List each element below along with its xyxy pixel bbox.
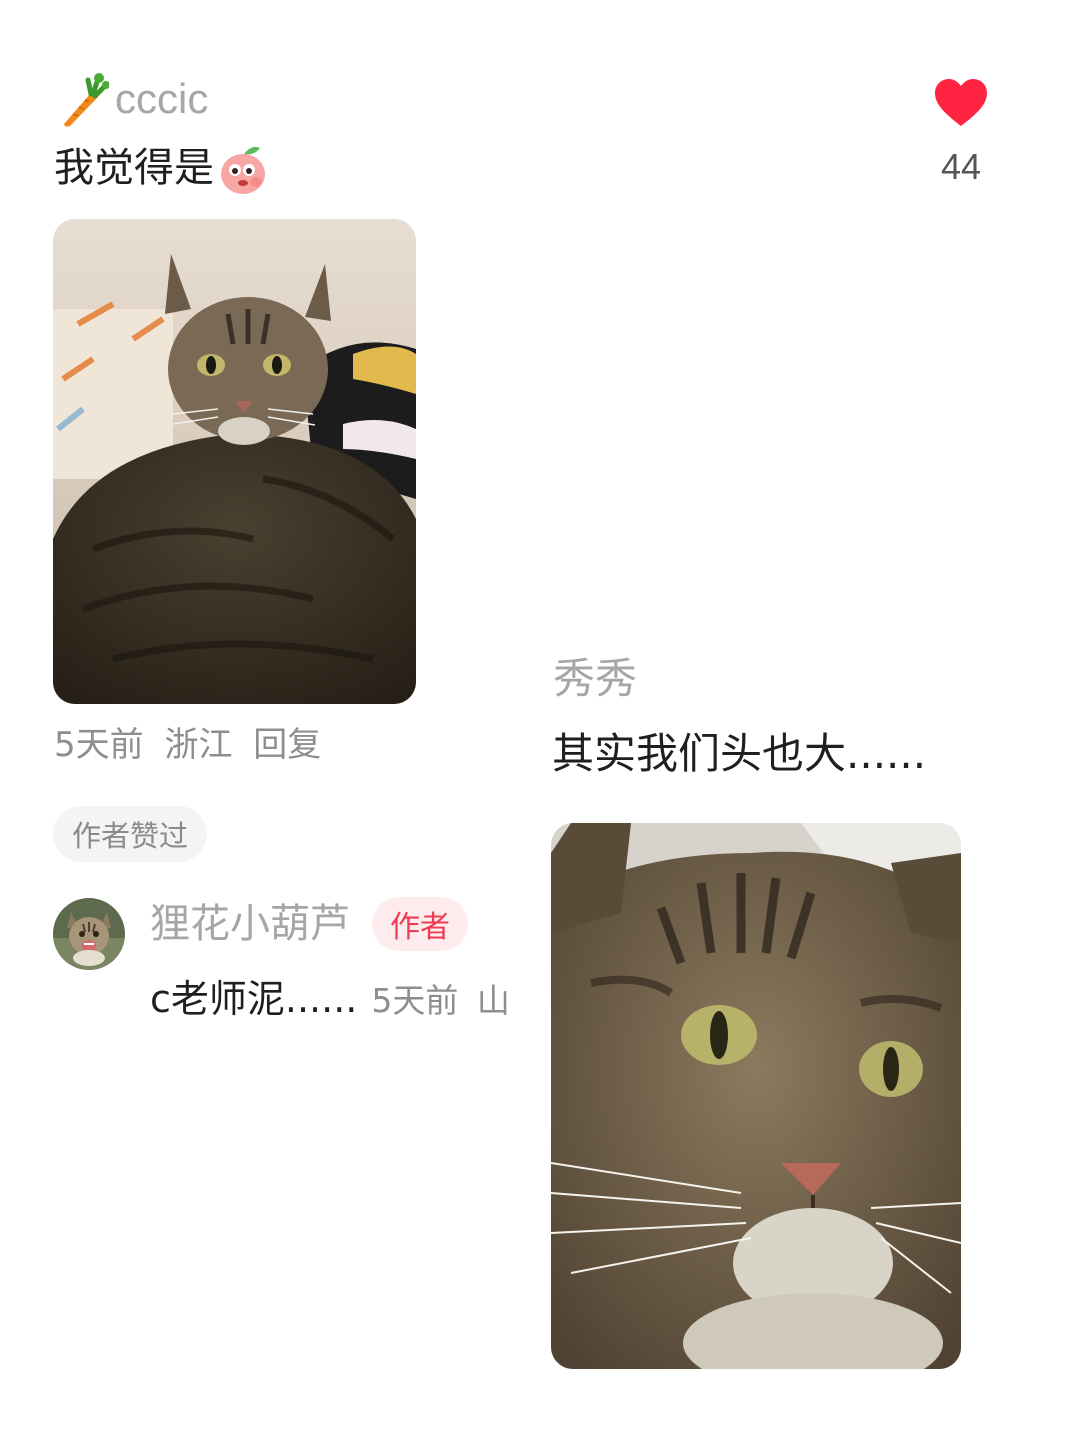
reply-time: 5天前 — [371, 981, 459, 1020]
like-button[interactable]: 44 — [930, 78, 992, 188]
comment-time: 5天前 — [54, 725, 144, 765]
second-comment-text[interactable]: 其实我们头也大...... — [552, 726, 926, 782]
reply-header: 狸花小葫芦 作者 — [150, 896, 468, 952]
comment-location: 浙江 — [164, 725, 233, 765]
author-liked-badge: 作者赞过 — [53, 806, 208, 862]
author-tag: 作者 — [372, 897, 468, 951]
comment-username[interactable]: cccic — [115, 78, 208, 120]
reply-body[interactable]: c老师泥...... 5天前 山 — [150, 968, 518, 1023]
second-comment-username[interactable]: 秀秀 — [553, 651, 637, 707]
second-comment-image[interactable] — [551, 823, 961, 1369]
comment-text-content: 我觉得是 — [54, 145, 214, 191]
reply-button[interactable]: 回复 — [253, 725, 321, 765]
avatar[interactable] — [53, 898, 125, 970]
comment-image[interactable] — [53, 219, 416, 704]
carrot-icon — [55, 70, 109, 128]
like-count: 44 — [940, 146, 982, 187]
reply-username[interactable]: 狸花小葫芦 — [150, 896, 350, 952]
comment-text[interactable]: 我觉得是 — [54, 140, 270, 196]
reply-text: c老师泥...... — [150, 977, 358, 1021]
heart-icon[interactable] — [934, 78, 988, 128]
reply-meta: 5天前 山 — [371, 974, 518, 1022]
comment-user-row[interactable]: cccic — [55, 70, 208, 128]
reply-location: 山 — [476, 981, 510, 1020]
peach-sticker-icon — [214, 140, 270, 196]
comment-meta: 5天前 浙江 回复 — [54, 722, 331, 768]
